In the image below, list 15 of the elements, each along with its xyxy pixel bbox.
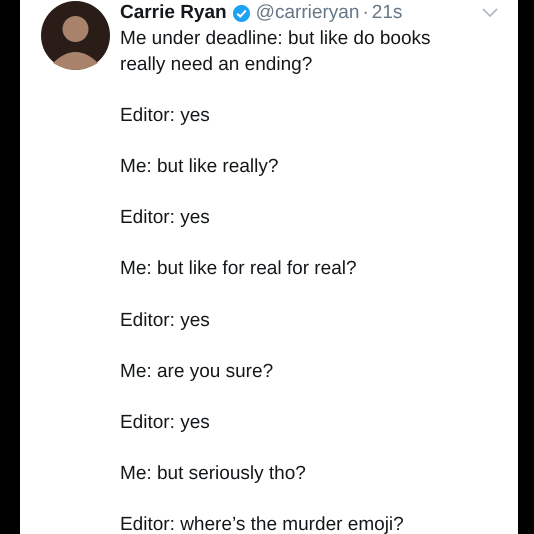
tweet-text: Me under deadline: but like do books really need an ending?	[120, 27, 432, 77]
author-name[interactable]: Carrie Ryan	[120, 1, 227, 25]
tweet-text: Me: but like really?	[120, 154, 280, 179]
tweet-text: Editor: yes	[120, 308, 211, 333]
tweet-text: Editor: where’s the murder emoji?	[120, 513, 405, 534]
separator: ·	[362, 1, 369, 25]
tweet-text: Editor: yes	[120, 206, 211, 230]
author-handle[interactable]: @carrieryan	[256, 1, 360, 25]
tweet-text: Me: but like for real for real?	[120, 257, 358, 282]
tweet-text: Editor: yes	[120, 410, 211, 435]
avatar-icon[interactable]	[41, 1, 110, 70]
tweet-text: Me: but seriously tho?	[120, 462, 307, 486]
tweet-text: Editor: yes	[120, 104, 211, 128]
timestamp[interactable]: 21s	[372, 1, 402, 25]
tweet-text: Me: are you sure?	[120, 360, 274, 384]
